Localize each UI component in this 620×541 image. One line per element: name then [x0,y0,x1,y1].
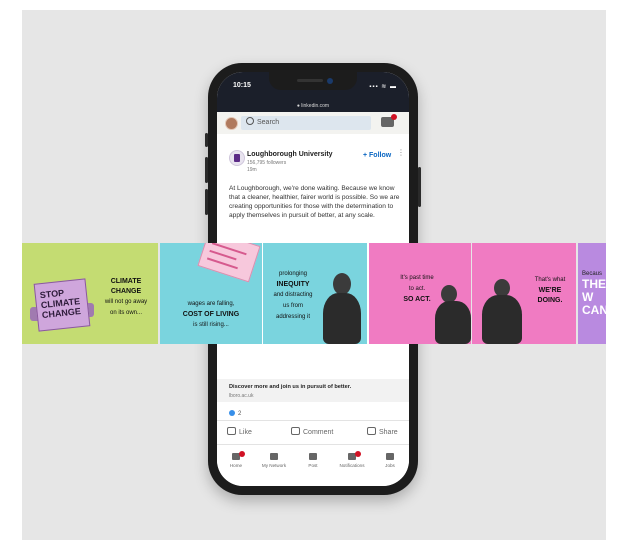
post-actions: Like Comment Share [217,420,409,439]
inequity-line2: INEQUITY [276,281,310,288]
doing-line1: That's what [534,277,566,283]
follow-button[interactable]: + Follow [363,152,391,159]
bottom-navigation: Home My Network Post Notifications Jobs [217,444,409,486]
nav-post-label: Post [308,463,318,468]
more-options-icon[interactable]: ⋮ [397,148,405,157]
doing-line2: WE'RE [538,287,562,294]
post-plus-icon [309,453,317,460]
nav-network-label: My Network [261,463,287,468]
doing-caption: That's what WE'RE DOING. [524,273,576,304]
inequity-line1: prolonging [278,271,308,277]
partial-caption: Becaus THE W CAN [582,267,606,317]
like-reaction-icon [229,410,235,416]
share-label: Share [379,429,398,436]
thumbs-up-icon [227,427,236,435]
nav-jobs[interactable]: Jobs [371,453,409,468]
link-url: lboro.ac.uk [229,393,254,399]
carousel-card-doing[interactable]: That's what WE'RE DOING. [472,243,576,344]
like-label: Like [239,429,252,436]
inequity-line5: addressing it [275,314,311,320]
inequity-line4: us from [282,303,303,309]
search-input[interactable]: Search [241,116,371,130]
status-time: 10:15 [233,82,251,89]
col-line1: wages are falling, [187,301,235,307]
student-photo [435,301,471,344]
act-caption: It's past time to act. SO ACT. [389,271,445,303]
post-link-card[interactable]: Discover more and join us in pursuit of … [217,379,409,402]
share-icon [367,427,376,435]
carousel-strip[interactable]: STOP CLIMATE CHANGE CLIMATE CHANGE will … [22,243,606,344]
notifications-badge [355,451,361,457]
climate-line4: on its own... [109,310,142,316]
nav-notifications[interactable]: Notifications [333,451,371,468]
volume-down-button [205,189,208,215]
like-button[interactable]: Like [227,426,252,436]
post-text: At Loughborough, we're done waiting. Bec… [229,185,400,219]
act-line1: It's past time [400,275,434,281]
linkedin-topbar: Search [217,112,409,134]
nav-my-network[interactable]: My Network [255,453,293,468]
home-badge [239,451,245,457]
nav-post[interactable]: Post [294,453,332,468]
search-icon [246,117,254,125]
comment-button[interactable]: Comment [291,426,333,436]
briefcase-icon [386,453,394,460]
protest-sign: STOP CLIMATE CHANGE [33,278,91,332]
camera-icon [327,78,333,84]
carousel-card-cost-of-living[interactable]: wages are falling, COST OF LIVING is sti… [160,243,262,344]
speaker-head [333,273,351,295]
reaction-count[interactable]: 2 [229,409,241,417]
comment-icon [291,427,300,435]
col-line2: COST OF LIVING [182,311,240,318]
act-line3: SO ACT. [403,296,431,303]
link-title: Discover more and join us in pursuit of … [229,384,352,390]
search-placeholder: Search [257,119,280,126]
partial-line3: CAN [582,303,606,317]
reaction-number: 2 [238,411,242,417]
nav-home[interactable]: Home [217,451,255,468]
carousel-card-inequity[interactable]: prolonging INEQUITY and distracting us f… [263,243,367,344]
share-button[interactable]: Share [367,426,398,436]
climate-line3: will not go away [104,299,148,305]
nav-notifications-label: Notifications [339,463,365,468]
post-age: 19m [247,167,257,173]
silent-switch [205,133,208,147]
climate-line1: CLIMATE [110,278,142,285]
company-name[interactable]: Loughborough University [247,151,333,158]
nav-jobs-label: Jobs [385,463,395,468]
network-icon [270,453,278,460]
partial-line2: THE W [582,277,606,304]
browser-url[interactable]: ● linkedin.com [217,102,409,112]
act-line2: to act. [408,286,426,292]
messaging-badge [391,114,397,120]
researcher-photo [482,295,522,344]
climate-caption: CLIMATE CHANGE will not go away on its o… [94,275,158,317]
inequity-line3: and distracting [273,292,313,298]
doing-line3: DOING. [537,297,563,304]
volume-up-button [205,157,208,183]
speaker-photo [323,293,361,344]
protest-sign-text: STOP CLIMATE CHANGE [39,287,82,321]
signal-wifi-battery-icon: ▪▪▪ ≋ ▬ [369,84,397,90]
carousel-card-act[interactable]: It's past time to act. SO ACT. [369,243,471,344]
notch [269,72,357,90]
carousel-card-partial[interactable]: Becaus THE W CAN [578,243,606,344]
receipt-illustration [197,243,261,283]
carousel-card-climate[interactable]: STOP CLIMATE CHANGE CLIMATE CHANGE will … [22,243,158,344]
climate-line2: CHANGE [110,288,142,295]
company-logo[interactable] [229,150,245,166]
user-avatar[interactable] [225,117,238,130]
col-line3: is still rising... [193,322,229,328]
nav-home-label: Home [229,463,243,468]
speaker [297,79,323,82]
comment-label: Comment [303,429,334,436]
inequity-caption: prolonging INEQUITY and distracting us f… [265,267,321,321]
power-button [418,167,421,207]
cost-of-living-caption: wages are falling, COST OF LIVING is sti… [164,297,258,329]
follower-count: 156,795 followers [247,160,287,166]
